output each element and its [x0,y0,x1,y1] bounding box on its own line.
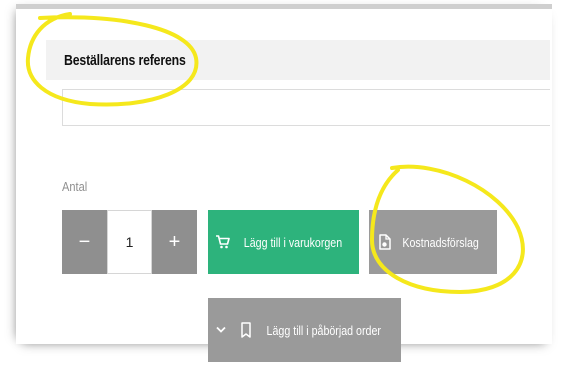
chevron-down-icon [216,326,226,334]
document-icon [378,234,392,250]
top-divider [16,4,552,9]
reference-header: Beställarens referens [46,40,550,80]
quantity-input[interactable] [107,210,152,274]
quantity-increase-button[interactable]: + [152,210,197,274]
reference-input[interactable] [62,89,550,126]
add-to-cart-button[interactable]: Lägg till i varukorgen [208,210,359,274]
bookmark-icon [240,322,252,338]
cart-icon [215,234,231,250]
add-to-cart-label: Lägg till i varukorgen [243,234,342,250]
quantity-label: Antal [62,179,88,194]
quantity-decrease-button[interactable]: − [62,210,107,274]
add-to-order-label: Lägg till i påbörjad order [266,322,381,338]
reference-label: Beställarens referens [64,51,186,69]
quote-label: Kostnadsförslag [402,234,480,250]
quote-button[interactable]: Kostnadsförslag [369,210,497,274]
add-to-order-button[interactable]: Lägg till i påbörjad order [208,298,401,362]
